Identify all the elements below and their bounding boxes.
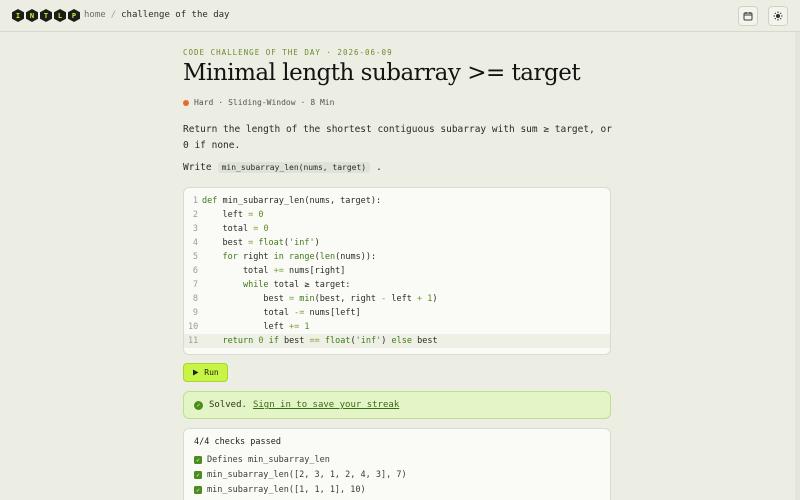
line-number: 1 — [192, 196, 198, 206]
logo-letter: N — [26, 9, 38, 22]
line-number: 8 — [192, 294, 198, 304]
line-number: 2 — [192, 210, 198, 220]
code-line[interactable]: 3 total = 0 — [184, 222, 610, 236]
theme-toggle-button[interactable] — [768, 6, 788, 26]
line-number: 11 — [188, 336, 199, 346]
code-line[interactable]: 10 left += 1 — [184, 320, 610, 334]
code-text: while total ≥ target: — [242, 280, 351, 290]
check-circle-icon: ✓ — [194, 400, 203, 410]
code-text: total += nums[right] — [202, 266, 346, 276]
logo-letter: I — [12, 9, 24, 22]
function-signature: min_subarray_len(nums, target) — [217, 162, 371, 173]
code-text: for right in range(len(nums)): — [222, 252, 377, 262]
line-number: 5 — [192, 252, 198, 262]
code-line[interactable]: 5 for right in range(len(nums)): — [184, 250, 610, 264]
code-line[interactable]: 11 return 0 if best == float('inf') else… — [184, 334, 610, 348]
code-line[interactable]: 1 def min_subarray_len(nums, target): — [184, 194, 610, 208]
line-number: 10 — [188, 322, 199, 332]
check-item: ✓ min_subarray_len([2, 3, 1, 2, 4, 3], 7… — [194, 470, 407, 480]
code-text: def min_subarray_len(nums, target): — [202, 196, 382, 206]
checkbox-checked-icon: ✓ — [194, 471, 202, 479]
write-label: Write — [183, 162, 212, 173]
code-line[interactable]: 7 while total ≥ target: — [184, 278, 610, 292]
check-label: min_subarray_len([2, 3, 1, 2, 4, 3], 7) — [207, 470, 407, 480]
meta-separator: · — [218, 98, 224, 107]
code-text: left = 0 — [202, 210, 264, 220]
meta-separator: · — [300, 98, 306, 107]
scrollbar[interactable] — [795, 32, 800, 500]
code-text: return 0 if best == float('inf') else be… — [222, 336, 438, 346]
line-number: 6 — [192, 266, 198, 276]
line-number: 4 — [192, 238, 198, 248]
run-button[interactable]: Run — [183, 363, 228, 382]
breadcrumb-home-link[interactable]: home — [84, 10, 106, 20]
code-text: left += 1 — [202, 322, 310, 332]
sign-in-link[interactable]: Sign in to save your streak — [253, 400, 399, 410]
sun-icon — [773, 11, 783, 21]
checks-summary: 4/4 checks passed — [194, 437, 281, 447]
challenge-meta: Hard · Sliding-Window · 8 Min — [183, 98, 334, 107]
code-line[interactable]: 9 total -= nums[left] — [184, 306, 610, 320]
time-label: 8 Min — [310, 98, 335, 107]
run-button-label: Run — [204, 368, 219, 377]
check-label: Defines min_subarray_len — [207, 455, 330, 465]
check-item: ✓ Defines min_subarray_len — [194, 455, 330, 465]
tag-label: Sliding-Window — [228, 98, 296, 107]
difficulty-label: Hard — [194, 98, 214, 107]
challenge-eyebrow: CODE CHALLENGE OF THE DAY · 2026-06-09 — [183, 48, 393, 57]
code-editor[interactable]: 1 def min_subarray_len(nums, target): 2 le… — [183, 187, 611, 355]
code-text: total -= nums[left] — [202, 308, 361, 318]
check-item: ✓ min_subarray_len([1, 1, 1], 10) — [194, 485, 366, 495]
code-text: best = float('inf') — [202, 238, 320, 248]
code-line[interactable]: 4 best = float('inf') — [184, 236, 610, 250]
logo[interactable]: I N T L P — [12, 9, 80, 23]
challenge-description: Return the length of the shortest contig… — [183, 124, 612, 151]
checkbox-checked-icon: ✓ — [194, 456, 202, 464]
code-line[interactable]: 2 left = 0 — [184, 208, 610, 222]
check-label: min_subarray_len([1, 1, 1], 10) — [207, 485, 366, 495]
difficulty-dot-icon — [183, 99, 189, 106]
logo-letter: T — [40, 9, 52, 22]
solved-status: Solved. — [209, 400, 247, 410]
breadcrumb-separator: / — [110, 10, 117, 20]
logo-letter: L — [54, 9, 66, 22]
logo-letter: P — [68, 9, 80, 22]
write-instruction: Write min_subarray_len(nums, target) . — [183, 162, 382, 173]
calendar-icon — [743, 12, 753, 21]
breadcrumb-current: challenge of the day — [121, 10, 230, 20]
code-line[interactable]: 6 total += nums[right] — [184, 264, 610, 278]
code-text: total = 0 — [202, 224, 269, 234]
checkbox-checked-icon: ✓ — [194, 486, 202, 494]
code-text: best = min(best, right - left + 1) — [202, 294, 438, 304]
checks-panel: 4/4 checks passed ✓ Defines min_subarray… — [183, 428, 611, 500]
line-number: 3 — [192, 224, 198, 234]
page-title: Minimal length subarray >= target — [183, 60, 581, 86]
calendar-button[interactable] — [738, 6, 758, 26]
line-number: 7 — [192, 280, 198, 290]
write-suffix: . — [376, 162, 382, 173]
top-bar: I N T L P home / challenge of the day — [0, 0, 800, 32]
line-number: 9 — [192, 308, 198, 318]
code-line[interactable]: 8 best = min(best, right - left + 1) — [184, 292, 610, 306]
breadcrumb: home / challenge of the day — [84, 10, 229, 20]
play-icon — [193, 369, 199, 376]
solved-banner: ✓ Solved. Sign in to save your streak — [183, 391, 611, 419]
